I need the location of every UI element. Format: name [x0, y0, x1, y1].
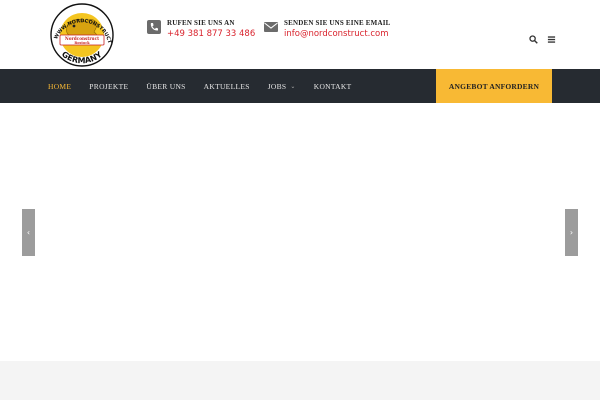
content-section-start: [0, 361, 600, 400]
header-icons: [529, 29, 556, 44]
nav-item-ueber-uns[interactable]: ÜBER UNS: [146, 82, 185, 91]
email-label: SENDEN SIE UNS EINE EMAIL: [284, 19, 391, 27]
nav-item-kontakt[interactable]: KONTAKT: [314, 82, 352, 91]
company-logo[interactable]: Nordconstruct Rostock WWW.NORDCONSTRUCT.…: [46, 2, 118, 68]
email-contact: SENDEN SIE UNS EINE EMAIL info@nordconst…: [264, 18, 394, 40]
request-quote-button[interactable]: ANGEBOT ANFORDERN: [436, 69, 552, 103]
menu-icon[interactable]: [547, 29, 556, 43]
nav-item-jobs[interactable]: JOBS ⌄: [268, 82, 296, 91]
nav-item-home[interactable]: HOME: [48, 82, 71, 91]
envelope-icon: [264, 22, 278, 32]
phone-label: RUFEN SIE UNS AN: [167, 19, 235, 27]
phone-number[interactable]: +49 381 877 33 486: [167, 29, 255, 40]
slider-next-button[interactable]: ›: [565, 209, 578, 256]
phone-icon: [147, 20, 161, 34]
hero-slider: ‹ ›: [0, 103, 600, 361]
search-icon[interactable]: [529, 29, 538, 44]
email-address[interactable]: info@nordconstruct.com: [284, 29, 394, 40]
main-navigation: HOME PROJEKTE ÜBER UNS AKTUELLES JOBS ⌄ K…: [0, 69, 600, 103]
slider-prev-button[interactable]: ‹: [22, 209, 35, 256]
header: Nordconstruct Rostock WWW.NORDCONSTRUCT.…: [0, 0, 600, 69]
nav-item-projekte[interactable]: PROJEKTE: [89, 82, 128, 91]
chevron-down-icon: ⌄: [290, 83, 296, 90]
nav-item-aktuelles[interactable]: AKTUELLES: [204, 82, 250, 91]
phone-contact: RUFEN SIE UNS AN +49 381 877 33 486: [147, 18, 255, 40]
logo-banner-subtext: Rostock: [74, 41, 90, 45]
